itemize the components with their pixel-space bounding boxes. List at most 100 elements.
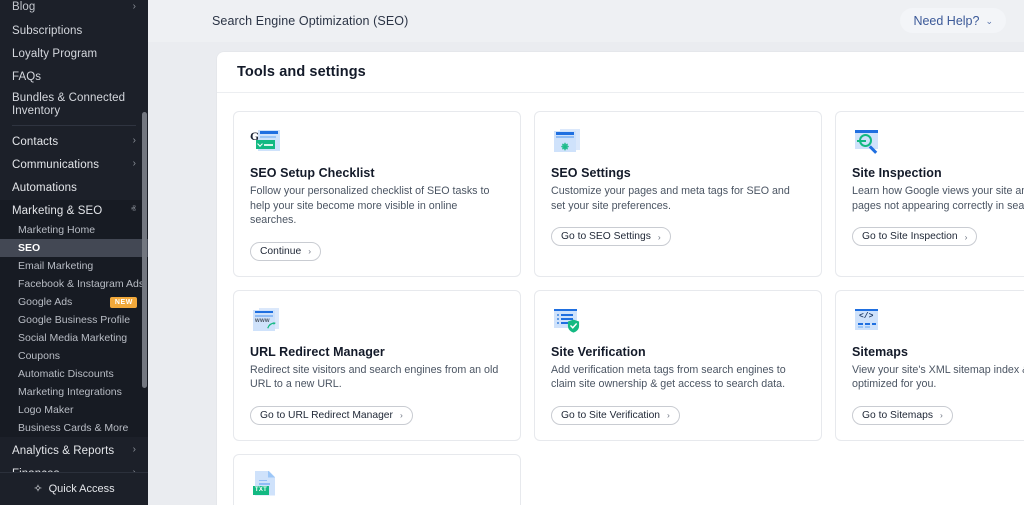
icon-bar-shape [255, 310, 273, 313]
sidebar-item-email-marketing[interactable]: Email Marketing [0, 257, 148, 275]
icon-bar-shape [260, 131, 278, 134]
continue-button[interactable]: Continue › [250, 241, 322, 261]
sidebar-item-marketing-and-seo[interactable]: Marketing & SEO ⱏ [0, 200, 148, 221]
quick-access-button[interactable]: ✧ Quick Access [0, 472, 148, 505]
gear-glyph [560, 139, 570, 151]
sidebar-item-loyalty-program[interactable]: Loyalty Program [0, 44, 148, 63]
sidebar-item-label: FAQs [12, 70, 42, 83]
sidebar-item-label: Coupons [18, 350, 61, 362]
icon-line-shape [858, 326, 863, 328]
card-title: URL Redirect Manager [250, 344, 385, 359]
icon-bar-shape [855, 130, 878, 133]
sidebar-item-coupons[interactable]: Coupons [0, 347, 148, 365]
icon-line-shape [865, 322, 870, 325]
sidebar-item-business-cards-and-more[interactable]: Business Cards & More [0, 419, 148, 437]
icon-line-shape [259, 483, 270, 485]
sidebar-item-label: Business Cards & More [18, 422, 129, 434]
sidebar-item-label: Automations [12, 181, 78, 194]
go-to-site-inspection-button[interactable]: Go to Site Inspection › [852, 227, 978, 246]
sidebar-group-marketing-seo: Marketing & SEO ⱏ Marketing Home SEO Ema… [0, 200, 148, 437]
sidebar-item-label: Logo Maker [18, 404, 74, 416]
card-robots-txt-editor[interactable]: TXT Robots.txt Editor Edit the file that… [233, 453, 521, 505]
sidebar-item-facebook-instagram-ads[interactable]: Facebook & Instagram Ads [0, 275, 148, 293]
panel-header: Tools and settings [217, 52, 1024, 93]
code-page-icon: </> [852, 305, 882, 335]
sidebar-item-label: Contacts [12, 135, 59, 148]
icon-file-fold-shape [268, 470, 275, 478]
sidebar-item-contacts[interactable]: Contacts › [0, 131, 148, 152]
sidebar-item-logo-maker[interactable]: Logo Maker [0, 401, 148, 419]
sidebar-item-communications[interactable]: Communications › [0, 154, 148, 175]
code-brackets-glyph: </> [859, 311, 874, 321]
chevron-right-icon: › [667, 410, 670, 420]
icon-dot-shape [557, 317, 559, 320]
sidebar-nav: Blog › Subscriptions Loyalty Program FAQ… [0, 0, 148, 472]
icon-line-shape [259, 479, 267, 482]
sidebar-item-label: Email Marketing [18, 260, 94, 272]
chevron-right-icon: › [132, 134, 136, 146]
icon-dot-shape [557, 321, 559, 324]
card-seo-settings[interactable]: SEO Settings Customize your pages and me… [534, 111, 822, 277]
icon-line-shape [556, 136, 574, 138]
chevron-right-icon: › [399, 410, 403, 420]
card-description: Follow your personalized checklist of SE… [250, 185, 490, 226]
tools-and-settings-panel: Tools and settings G SEO Setup Checklist [217, 52, 1024, 505]
icon-line-shape [264, 144, 273, 146]
sidebar-item-label: Marketing Integrations [18, 386, 122, 398]
chevron-right-icon: › [132, 157, 136, 169]
card-description: Add verification meta tags from search e… [551, 363, 786, 391]
card-sitemaps[interactable]: </> Sitemaps View your site's XML sitema… [835, 289, 1024, 441]
sidebar-item-label: Analytics & Reports [12, 444, 115, 457]
sidebar-item-subscriptions[interactable]: Subscriptions [0, 21, 148, 40]
sidebar-item-blog[interactable]: Blog › [0, 0, 148, 13]
sidebar-item-finances[interactable]: Finances › [0, 463, 148, 472]
need-help-label: Need Help? [913, 13, 980, 28]
button-label: Go to URL Redirect Manager [260, 409, 393, 421]
sidebar-item-label: Loyalty Program [12, 47, 98, 60]
go-to-url-redirect-manager-button[interactable]: Go to URL Redirect Manager › [250, 405, 413, 425]
button-label: Go to Site Verification [561, 409, 661, 421]
sidebar-scrollbar-thumb[interactable] [142, 112, 147, 388]
chevron-right-icon: › [964, 231, 968, 242]
sidebar-item-analytics-and-reports[interactable]: Analytics & Reports › [0, 440, 148, 461]
sidebar-item-marketing-home[interactable]: Marketing Home [0, 221, 148, 239]
sidebar-item-automatic-discounts[interactable]: Automatic Discounts [0, 365, 148, 383]
sidebar-item-marketing-integrations[interactable]: Marketing Integrations [0, 383, 148, 401]
shield-check-glyph [567, 319, 580, 333]
cards-grid: G SEO Setup Checklist Follow your person… [217, 93, 1024, 505]
sidebar-scroll-region[interactable]: Blog › Subscriptions Loyalty Program FAQ… [0, 0, 148, 472]
sidebar-item-google-ads[interactable]: Google Ads NEW [0, 293, 148, 311]
card-site-verification[interactable]: Site Verification Add verification meta … [534, 289, 822, 441]
sidebar-item-google-business-profile[interactable]: Google Business Profile [0, 311, 148, 329]
card-seo-setup-checklist[interactable]: G SEO Setup Checklist Follow your person… [233, 111, 521, 277]
card-title: Site Inspection [852, 166, 942, 180]
card-title: SEO Setup Checklist [250, 166, 375, 180]
sidebar-item-bundles-connected-inventory[interactable]: Bundles & Connected Inventory [0, 90, 148, 120]
icon-dot-shape [557, 313, 559, 316]
icon-line-shape [857, 139, 866, 142]
sidebar-item-seo[interactable]: SEO [0, 239, 148, 257]
sidebar-item-label: Marketing & SEO [12, 204, 103, 217]
card-url-redirect-manager[interactable]: www URL Redirect Manager Redirect site v… [233, 289, 521, 441]
go-to-seo-settings-button[interactable]: Go to SEO Settings › [551, 227, 671, 246]
card-site-inspection[interactable]: Site Inspection Learn how Google views y… [835, 111, 1024, 277]
sidebar-item-label: Communications [12, 158, 100, 171]
sidebar-scrollbar[interactable] [142, 0, 147, 505]
sidebar-item-label: SEO [18, 242, 41, 254]
go-to-sitemaps-button[interactable]: Go to Sitemaps › [852, 405, 953, 425]
button-label: Go to Site Inspection [862, 231, 958, 242]
icon-line-shape [858, 322, 863, 325]
sidebar-item-label: Bundles & Connected Inventory [12, 92, 126, 117]
main-content: Search Engine Optimization (SEO) Need He… [148, 0, 1024, 505]
panel-title: Tools and settings [237, 64, 366, 80]
sidebar-item-faqs[interactable]: FAQs [0, 67, 148, 86]
sidebar-item-social-media-marketing[interactable]: Social Media Marketing [0, 329, 148, 347]
gear-page-icon [551, 126, 581, 156]
sidebar-item-automations[interactable]: Automations [0, 177, 148, 198]
app-root: Blog › Subscriptions Loyalty Program FAQ… [0, 0, 1024, 505]
need-help-button[interactable]: Need Help? ⌄ [900, 8, 1006, 33]
go-to-site-verification-button[interactable]: Go to Site Verification › [551, 405, 680, 425]
chevron-right-icon: › [657, 231, 661, 242]
card-description: Redirect site visitors and search engine… [250, 363, 499, 391]
sidebar-item-label: Automatic Discounts [18, 368, 114, 380]
